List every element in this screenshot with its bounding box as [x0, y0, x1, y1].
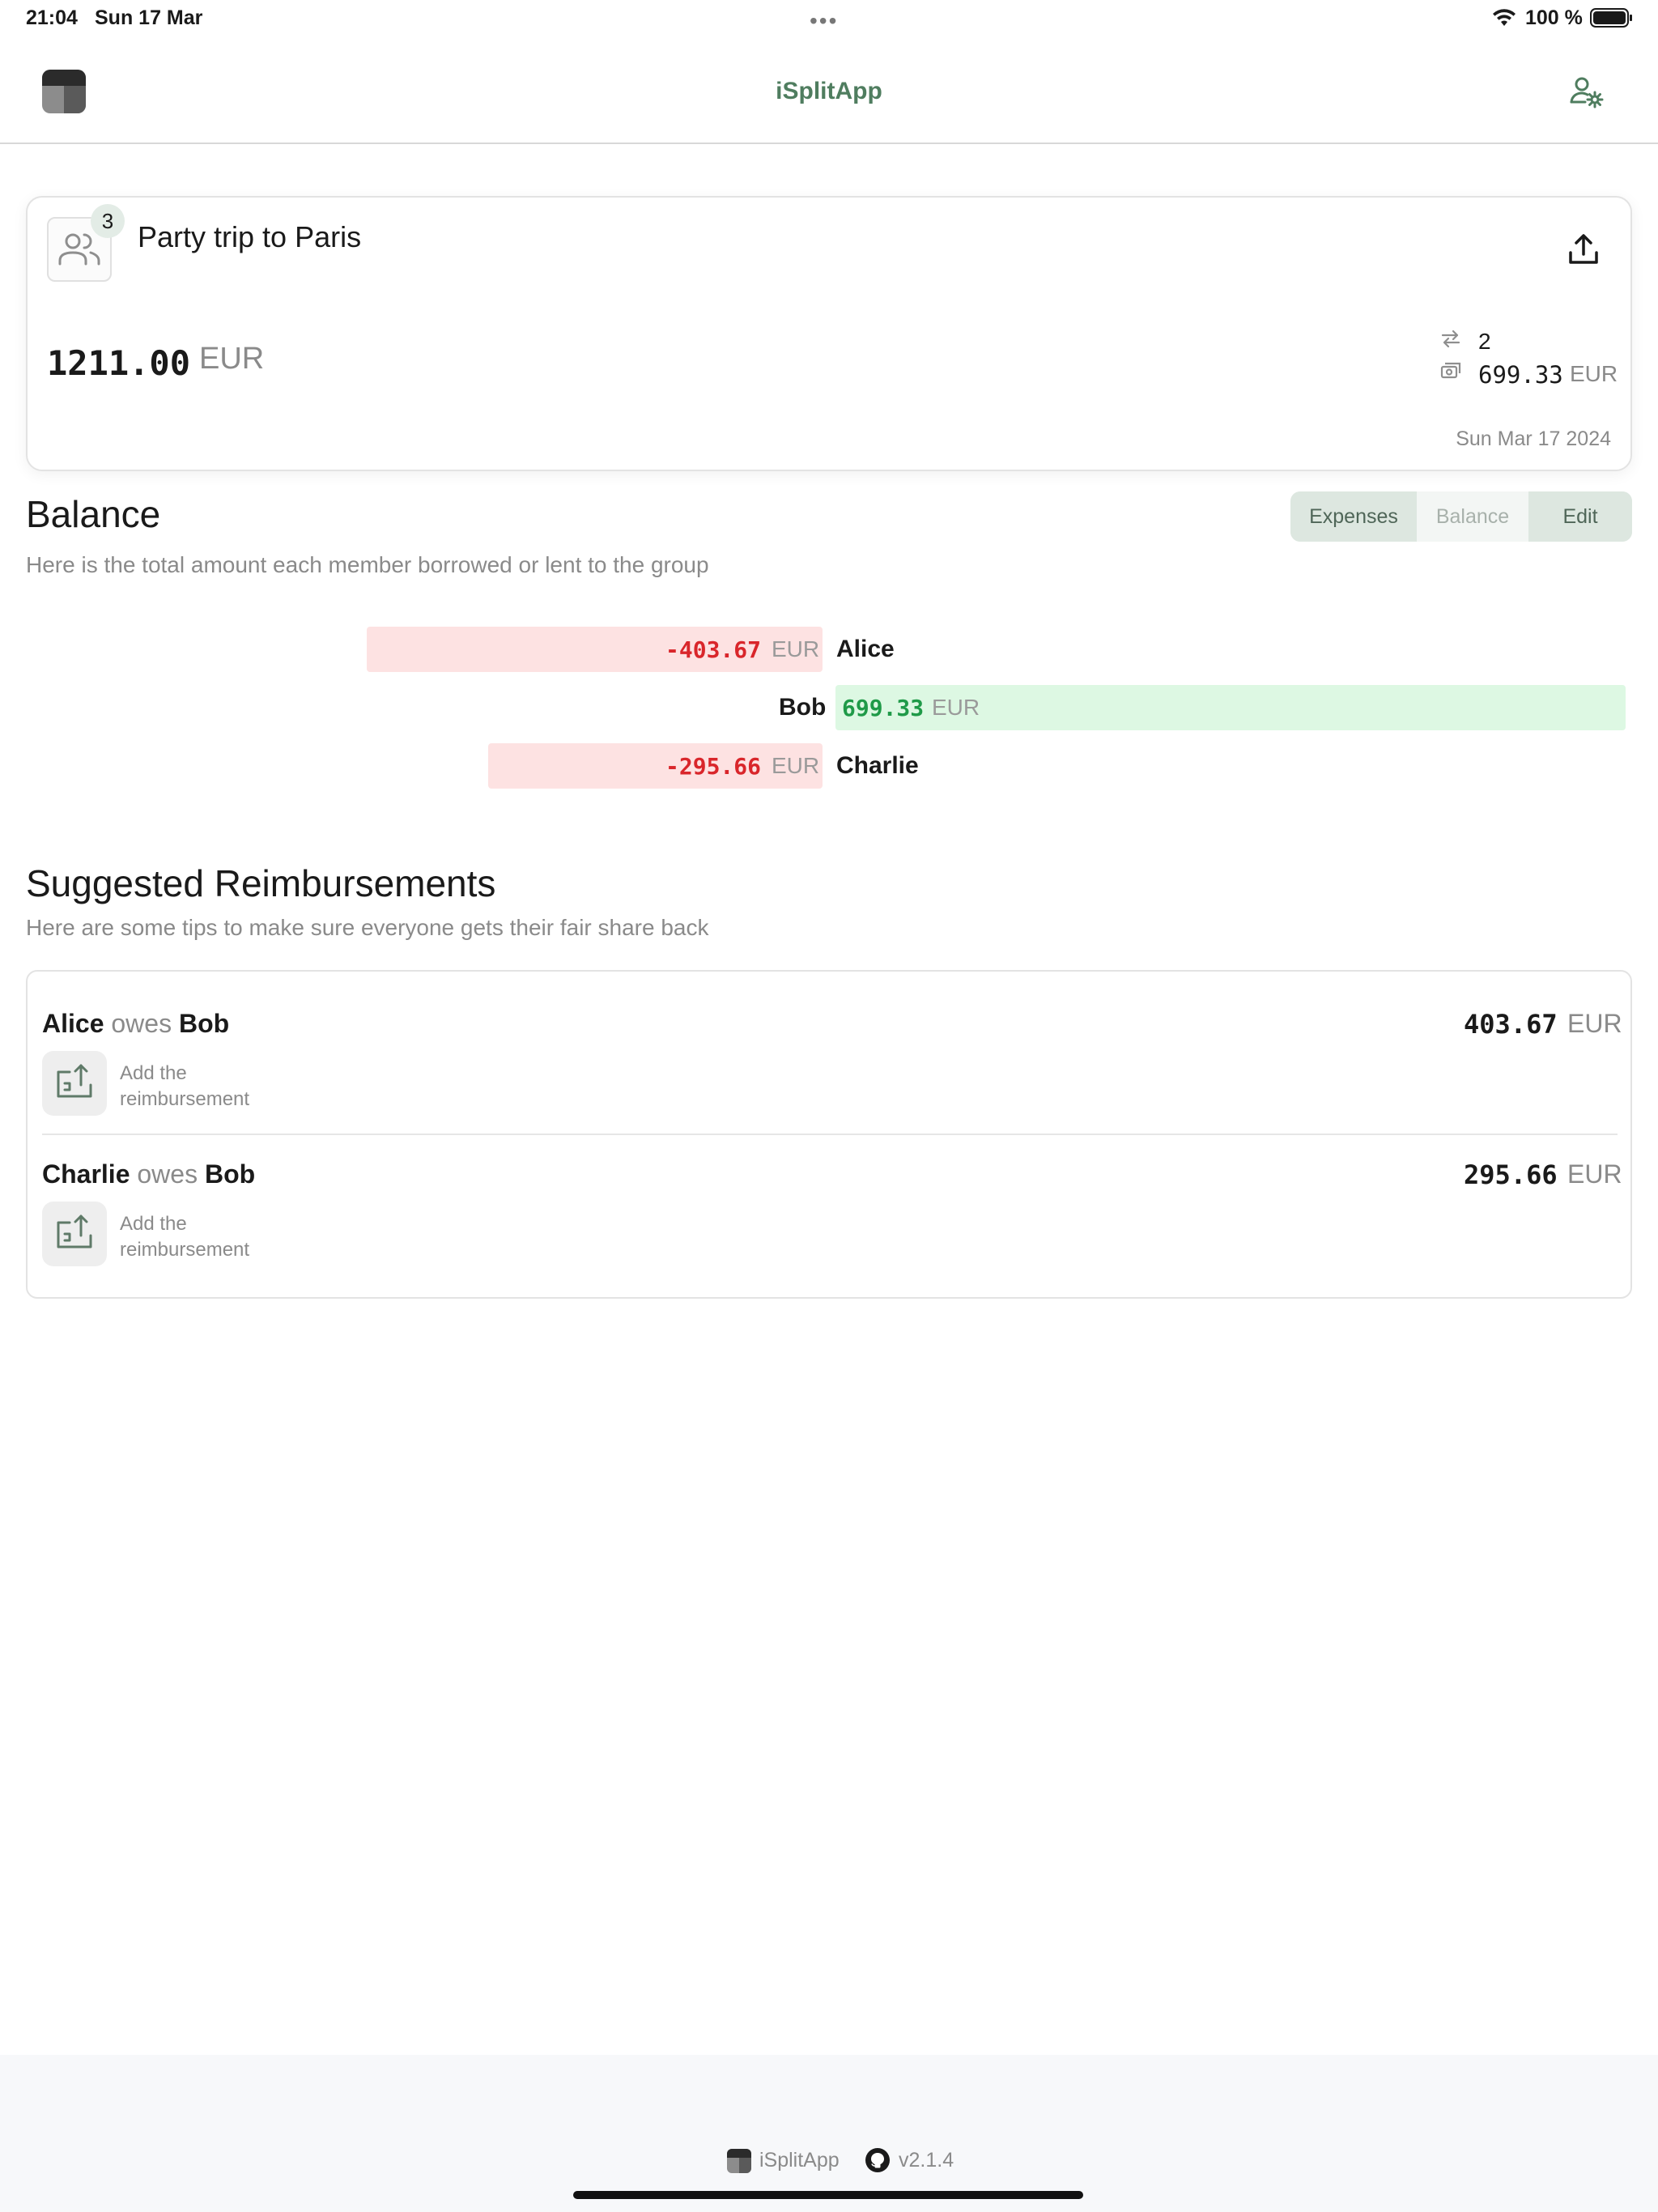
- add-reimbursement-label[interactable]: Add the reimbursement: [120, 1211, 282, 1263]
- status-time: 21:04: [26, 6, 78, 29]
- reimbursement-item: Alice owes Bob: [42, 1009, 229, 1039]
- balance-name-bob: Bob: [779, 694, 827, 721]
- add-label-line1: Add the: [120, 1213, 187, 1235]
- reimbursement-to: Bob: [178, 1009, 230, 1038]
- reimbursement-to: Bob: [204, 1159, 256, 1189]
- balance-title: Balance: [26, 493, 161, 535]
- group-total-currency: EUR: [199, 342, 265, 376]
- reimbursement-currency: EUR: [1567, 1009, 1622, 1038]
- status-bar: 21:04 Sun 17 Mar ••• 100 %: [0, 0, 1658, 39]
- add-label-line2: reimbursement: [120, 1088, 250, 1110]
- footer-app-name[interactable]: iSplitApp: [759, 2149, 840, 2172]
- balance-amount-alice: -403.67: [665, 636, 762, 663]
- reimbursement-currency: EUR: [1567, 1159, 1622, 1189]
- reimbursements-title: Suggested Reimbursements: [26, 862, 496, 904]
- view-tabs: Expenses Balance Edit: [1290, 491, 1632, 542]
- battery-percent: 100 %: [1525, 6, 1583, 29]
- add-reimbursement-button[interactable]: [42, 1051, 107, 1116]
- owes-label: owes: [137, 1159, 198, 1189]
- reimbursement-from: Alice: [42, 1009, 104, 1038]
- add-reimbursement-label[interactable]: Add the reimbursement: [120, 1061, 282, 1112]
- balance-subtitle: Here is the total amount each member bor…: [26, 552, 709, 577]
- reimbursement-amount: 403.67: [1464, 1009, 1558, 1040]
- tab-expenses[interactable]: Expenses: [1290, 491, 1417, 542]
- average-currency: EUR: [1570, 361, 1618, 386]
- group-card[interactable]: 3 Party trip to Paris 1211.00 EUR 2 699.…: [26, 196, 1632, 471]
- balance-currency-alice: EUR: [772, 636, 820, 661]
- transfer-arrows-icon: [1439, 327, 1462, 354]
- add-label-line2: reimbursement: [120, 1239, 250, 1261]
- reimbursement-upload-icon: [57, 1064, 92, 1098]
- average-amount: 699.33: [1478, 361, 1563, 389]
- balance-name-charlie: Charlie: [836, 752, 919, 779]
- reimbursement-item: Charlie owes Bob: [42, 1159, 255, 1189]
- group-date: Sun Mar 17 2024: [1456, 428, 1611, 450]
- add-reimbursement-button[interactable]: [42, 1202, 107, 1266]
- github-icon[interactable]: [865, 2147, 891, 2177]
- user-gear-icon: [1570, 77, 1604, 108]
- home-indicator[interactable]: [573, 2191, 1083, 2199]
- balance-amount-charlie: -295.66: [665, 753, 762, 780]
- tab-balance[interactable]: Balance: [1417, 491, 1528, 542]
- reimbursements-subtitle: Here are some tips to make sure everyone…: [26, 915, 709, 940]
- transactions-count: 2: [1478, 329, 1491, 354]
- balance-name-alice: Alice: [836, 636, 895, 662]
- group-total-amount: 1211.00: [47, 343, 191, 383]
- add-label-line1: Add the: [120, 1062, 187, 1084]
- owes-label: owes: [111, 1009, 172, 1038]
- multitasking-dots-icon[interactable]: •••: [810, 8, 838, 34]
- share-upload-icon: [1569, 234, 1598, 264]
- app-title: iSplitApp: [776, 78, 882, 104]
- tab-edit[interactable]: Edit: [1528, 491, 1632, 542]
- balance-currency-bob: EUR: [932, 695, 980, 720]
- footer-logo-icon: [727, 2149, 751, 2173]
- reimbursement-upload-icon: [57, 1214, 92, 1249]
- app-header: iSplitApp: [0, 40, 1658, 144]
- group-name: Party trip to Paris: [138, 220, 362, 253]
- reimbursement-from: Charlie: [42, 1159, 130, 1189]
- balance-amount-bob: 699.33: [842, 695, 925, 721]
- user-settings-button[interactable]: [1566, 71, 1608, 113]
- share-button[interactable]: [1564, 230, 1603, 269]
- reimbursement-divider: [42, 1134, 1618, 1135]
- battery-icon: [1590, 8, 1632, 28]
- money-icon: [1439, 359, 1462, 386]
- wifi-icon: [1492, 8, 1516, 32]
- app-version: v2.1.4: [899, 2149, 954, 2172]
- balance-currency-charlie: EUR: [772, 753, 820, 778]
- footer: iSplitApp v2.1.4: [0, 2055, 1658, 2212]
- reimbursement-amount: 295.66: [1464, 1159, 1558, 1190]
- reimbursements-list: Alice owes Bob 403.67 EUR Add the reimbu…: [26, 970, 1632, 1299]
- member-count-badge: 3: [91, 204, 125, 238]
- status-date: Sun 17 Mar: [95, 6, 203, 29]
